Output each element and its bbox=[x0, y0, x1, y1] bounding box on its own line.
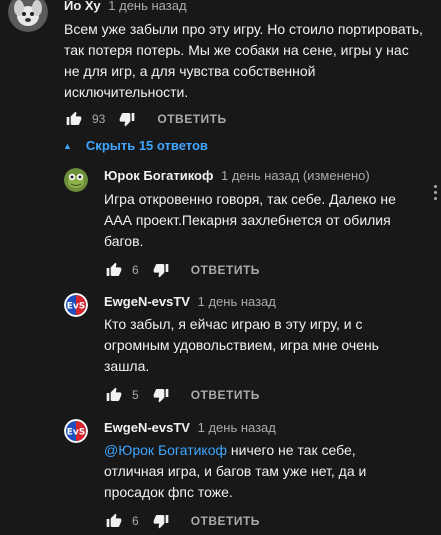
reply-button[interactable]: ОТВЕТИТЬ bbox=[157, 112, 226, 126]
like-button[interactable] bbox=[102, 258, 126, 282]
reply-text: Кто забыл, я ейчас играю в эту игру, и с… bbox=[104, 316, 379, 374]
dog-avatar-icon[interactable] bbox=[8, 0, 48, 32]
comment-author[interactable]: Йо Ху bbox=[64, 0, 101, 13]
evs-logo-avatar-icon[interactable]: EvS bbox=[64, 293, 88, 317]
thumb-down-icon bbox=[153, 389, 169, 403]
reply-author[interactable]: EwgeN-evsTV bbox=[104, 294, 190, 309]
reply-button[interactable]: ОТВЕТИТЬ bbox=[191, 263, 260, 277]
like-button[interactable] bbox=[102, 509, 126, 533]
reply-author[interactable]: EwgeN-evsTV bbox=[104, 420, 190, 435]
frog-avatar-icon[interactable] bbox=[64, 168, 88, 192]
thumb-up-icon bbox=[66, 111, 82, 125]
reply-author[interactable]: Юрок Богатикоф bbox=[104, 168, 213, 183]
thumb-down-icon bbox=[153, 515, 169, 529]
svg-text:EvS: EvS bbox=[67, 302, 86, 312]
dislike-button[interactable] bbox=[149, 509, 173, 533]
comment-timestamp[interactable]: 1 день назад bbox=[108, 0, 186, 13]
user-mention-link[interactable]: @Юрок Богатикоф bbox=[104, 442, 227, 458]
like-count: 6 bbox=[132, 514, 139, 528]
thumb-up-icon bbox=[106, 513, 122, 527]
dislike-button[interactable] bbox=[149, 383, 173, 407]
hide-replies-label: Скрыть 15 ответов bbox=[85, 138, 208, 153]
thumb-down-icon bbox=[120, 113, 135, 127]
reply-text: @Юрок Богатикоф ничего не так себе, отли… bbox=[104, 440, 404, 503]
like-count: 6 bbox=[132, 263, 139, 277]
dislike-button[interactable] bbox=[149, 258, 173, 282]
svg-text:EvS: EvS bbox=[67, 428, 86, 438]
evs-logo-avatar-icon[interactable]: EvS bbox=[64, 419, 88, 443]
comment-actions: 93 ОТВЕТИТЬ bbox=[62, 107, 227, 131]
thumb-up-icon bbox=[106, 387, 122, 401]
thumb-down-icon bbox=[153, 264, 169, 278]
reply-timestamp[interactable]: 1 день назад bbox=[198, 420, 276, 435]
like-button[interactable] bbox=[102, 383, 126, 407]
hide-replies-toggle[interactable]: ▲ Скрыть 15 ответов bbox=[63, 138, 208, 153]
like-count: 5 bbox=[132, 388, 139, 402]
more-actions-icon[interactable] bbox=[427, 180, 441, 204]
reply-actions: 6 ОТВЕТИТЬ bbox=[102, 258, 260, 282]
like-count: 93 bbox=[92, 112, 106, 126]
reply-timestamp[interactable]: 1 день назад bbox=[198, 294, 276, 309]
reply-actions: 5 ОТВЕТИТЬ bbox=[102, 383, 260, 407]
comment-text: Всем уже забыли про эту игру. Но стоило … bbox=[64, 21, 423, 100]
thumb-up-icon bbox=[106, 262, 122, 276]
like-button[interactable] bbox=[62, 107, 86, 131]
reply-text: Игра откровенно говоря, так себе. Далеко… bbox=[104, 191, 396, 249]
dislike-button[interactable] bbox=[115, 107, 139, 131]
reply-button[interactable]: ОТВЕТИТЬ bbox=[191, 514, 260, 528]
reply-actions: 6 ОТВЕТИТЬ bbox=[102, 509, 260, 533]
reply-timestamp[interactable]: 1 день назад (изменено) bbox=[221, 168, 370, 183]
comments-section: Йо Ху 1 день назад Всем уже забыли про э… bbox=[0, 0, 441, 535]
reply-button[interactable]: ОТВЕТИТЬ bbox=[191, 388, 260, 402]
caret-up-icon: ▲ bbox=[63, 140, 72, 151]
